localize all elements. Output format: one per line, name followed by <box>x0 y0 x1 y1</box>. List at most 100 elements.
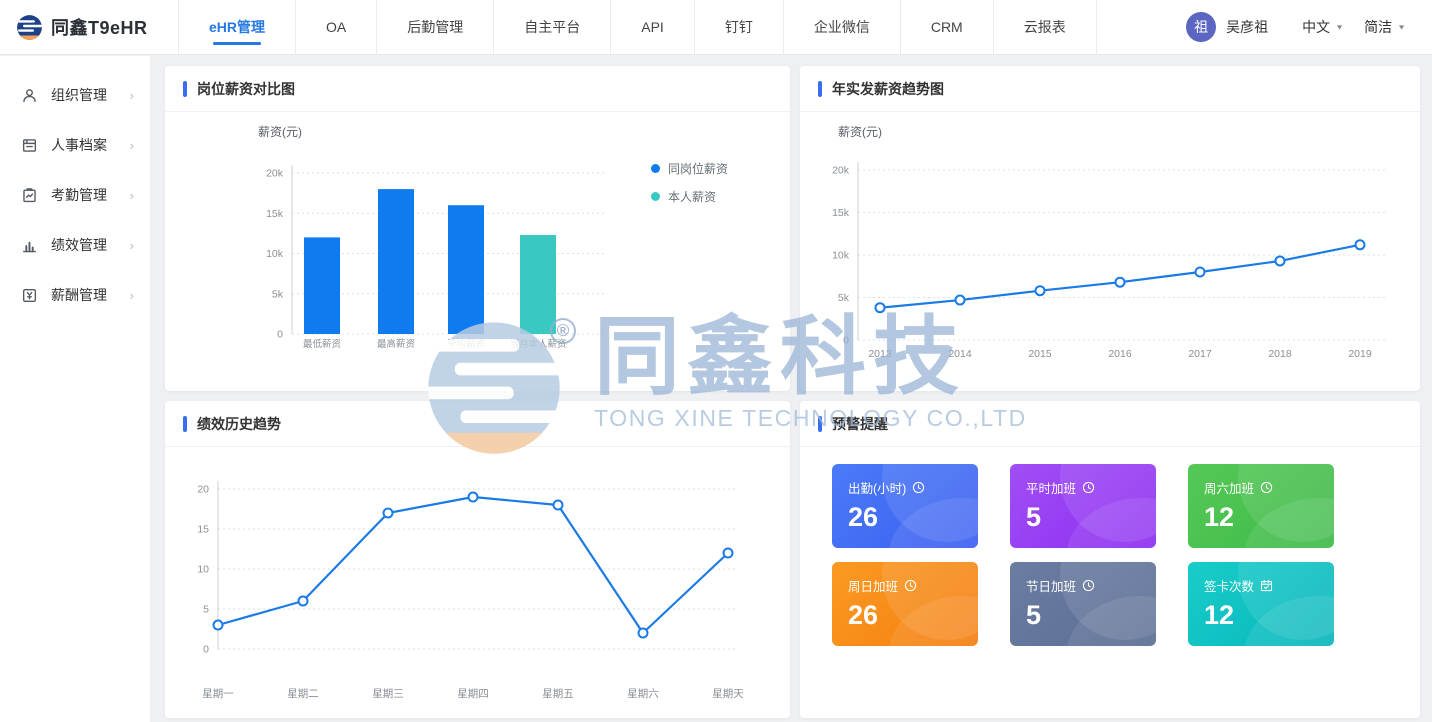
card-label: 签卡次数 <box>1204 576 1254 595</box>
tab-ehr[interactable]: eHR管理 <box>178 0 296 54</box>
svg-text:最低薪资: 最低薪资 <box>303 338 342 350</box>
panel-title: 岗位薪资对比图 <box>197 79 295 99</box>
svg-text:0: 0 <box>203 644 209 656</box>
sidebar-item-attendance[interactable]: 考勤管理 › <box>0 170 150 220</box>
tab-oa[interactable]: OA <box>296 0 377 54</box>
accent-bar <box>183 416 187 432</box>
card-holiday-overtime[interactable]: 节日加班 5 <box>1010 562 1156 646</box>
card-label: 周日加班 <box>848 576 898 595</box>
svg-text:2013: 2013 <box>868 348 892 360</box>
language-select[interactable]: 中文 ▼ <box>1302 17 1344 37</box>
tab-api[interactable]: API <box>611 0 695 54</box>
card-label: 平时加班 <box>1026 478 1076 497</box>
sidebar-item-label: 组织管理 <box>51 85 130 105</box>
sidebar-item-salary[interactable]: 薪酬管理 › <box>0 270 150 320</box>
panel-header: 绩效历史趋势 <box>165 401 790 447</box>
svg-text:平均薪资: 平均薪资 <box>447 338 486 350</box>
svg-text:2017: 2017 <box>1188 348 1212 360</box>
card-value: 12 <box>1204 600 1320 631</box>
salary-compare-bar-chart: 05k10k15k20k薪资(元)最低薪资最高薪资平均薪资当月本人薪资 <box>165 112 790 380</box>
legend-dot <box>651 192 660 201</box>
chart-legend: 同岗位薪资 本人薪资 <box>651 160 728 205</box>
svg-text:0: 0 <box>843 335 849 347</box>
svg-text:星期四: 星期四 <box>457 688 489 700</box>
nav-tabs: eHR管理 OA 后勤管理 自主平台 API 钉钉 企业微信 CRM 云报表 <box>178 0 1097 54</box>
clock-icon <box>1260 481 1273 494</box>
clock-icon <box>904 579 917 592</box>
card-value: 26 <box>848 600 964 631</box>
legend-item-same-position[interactable]: 同岗位薪资 <box>651 160 728 177</box>
alert-cards: 出勤(小时) 26 平时加班 5 周六加班 12 <box>800 447 1420 660</box>
panel-alerts: 预警提醒 出勤(小时) 26 平时加班 5 周六加班 <box>800 401 1420 718</box>
svg-text:薪资(元): 薪资(元) <box>838 125 882 139</box>
navbar-right: 祖 吴彦祖 中文 ▼ 简洁 ▼ <box>1186 12 1432 42</box>
svg-text:20k: 20k <box>266 168 284 180</box>
tab-wecom[interactable]: 企业微信 <box>784 0 901 54</box>
chevron-right-icon: › <box>130 188 134 203</box>
card-weekday-overtime[interactable]: 平时加班 5 <box>1010 464 1156 548</box>
svg-text:0: 0 <box>277 329 283 341</box>
panel-header: 岗位薪资对比图 <box>165 66 790 112</box>
card-label: 周六加班 <box>1204 478 1254 497</box>
svg-text:15: 15 <box>197 524 209 536</box>
svg-text:星期一: 星期一 <box>202 688 234 700</box>
accent-bar <box>183 81 187 97</box>
accent-bar <box>818 416 822 432</box>
sidebar: 组织管理 › 人事档案 › 考勤管理 › 绩效管理 › 薪酬管理 › <box>0 56 150 722</box>
svg-text:5k: 5k <box>272 288 284 300</box>
tab-dingtalk[interactable]: 钉钉 <box>695 0 784 54</box>
svg-text:2016: 2016 <box>1108 348 1132 360</box>
card-value: 12 <box>1204 502 1320 533</box>
tab-cloud-report[interactable]: 云报表 <box>994 0 1097 54</box>
sidebar-item-label: 绩效管理 <box>51 235 130 255</box>
tab-crm[interactable]: CRM <box>901 0 994 54</box>
theme-label: 简洁 <box>1364 17 1392 37</box>
panel-header: 年实发薪资趋势图 <box>800 66 1420 112</box>
sidebar-item-organization[interactable]: 组织管理 › <box>0 70 150 120</box>
sidebar-item-performance[interactable]: 绩效管理 › <box>0 220 150 270</box>
avatar[interactable]: 祖 <box>1186 12 1216 42</box>
user-name[interactable]: 吴彦祖 <box>1226 17 1268 37</box>
sidebar-item-personnel-files[interactable]: 人事档案 › <box>0 120 150 170</box>
card-punch-count[interactable]: 签卡次数 12 <box>1188 562 1334 646</box>
tab-self-platform[interactable]: 自主平台 <box>494 0 611 54</box>
panel-salary-compare: 岗位薪资对比图 05k10k15k20k薪资(元)最低薪资最高薪资平均薪资当月本… <box>165 66 790 391</box>
chevron-right-icon: › <box>130 288 134 303</box>
chevron-right-icon: › <box>130 88 134 103</box>
dashboard: 岗位薪资对比图 05k10k15k20k薪资(元)最低薪资最高薪资平均薪资当月本… <box>150 56 1432 722</box>
theme-select[interactable]: 简洁 ▼ <box>1364 17 1406 37</box>
legend-item-own-salary[interactable]: 本人薪资 <box>651 188 728 205</box>
performance-line-chart: 05101520星期一星期二星期三星期四星期五星期六星期天 <box>165 447 790 709</box>
app-logo-icon <box>16 14 43 41</box>
svg-text:10k: 10k <box>266 248 284 260</box>
app-title: 同鑫T9eHR <box>51 14 148 40</box>
tab-logistics[interactable]: 后勤管理 <box>377 0 494 54</box>
svg-text:5: 5 <box>203 604 209 616</box>
sidebar-item-label: 薪酬管理 <box>51 285 130 305</box>
svg-text:5k: 5k <box>838 292 850 304</box>
card-saturday-overtime[interactable]: 周六加班 12 <box>1188 464 1334 548</box>
app-logo[interactable]: 同鑫T9eHR <box>0 14 178 41</box>
card-sunday-overtime[interactable]: 周日加班 26 <box>832 562 978 646</box>
panel-body: 05k10k15k20k薪资(元)20132014201520162017201… <box>800 112 1420 380</box>
panel-body: 05k10k15k20k薪资(元)最低薪资最高薪资平均薪资当月本人薪资 同岗位薪… <box>165 112 790 380</box>
svg-text:15k: 15k <box>832 207 850 219</box>
svg-text:最高薪资: 最高薪资 <box>377 338 416 350</box>
panel-title: 绩效历史趋势 <box>197 414 281 434</box>
yuan-icon <box>21 287 38 304</box>
svg-text:星期五: 星期五 <box>542 688 574 700</box>
svg-text:星期天: 星期天 <box>712 688 744 700</box>
card-value: 26 <box>848 502 964 533</box>
panel-salary-trend: 年实发薪资趋势图 05k10k15k20k薪资(元)20132014201520… <box>800 66 1420 391</box>
svg-text:2018: 2018 <box>1268 348 1292 360</box>
svg-text:星期三: 星期三 <box>372 688 404 700</box>
sidebar-item-label: 人事档案 <box>51 135 130 155</box>
card-attendance-hours[interactable]: 出勤(小时) 26 <box>832 464 978 548</box>
legend-label: 本人薪资 <box>668 188 716 205</box>
calendar-check-icon <box>1260 579 1273 592</box>
clock-icon <box>1082 481 1095 494</box>
panel-header: 预警提醒 <box>800 401 1420 447</box>
clipboard-icon <box>21 187 38 204</box>
bar-chart-icon <box>21 237 38 254</box>
card-label: 出勤(小时) <box>848 478 906 497</box>
